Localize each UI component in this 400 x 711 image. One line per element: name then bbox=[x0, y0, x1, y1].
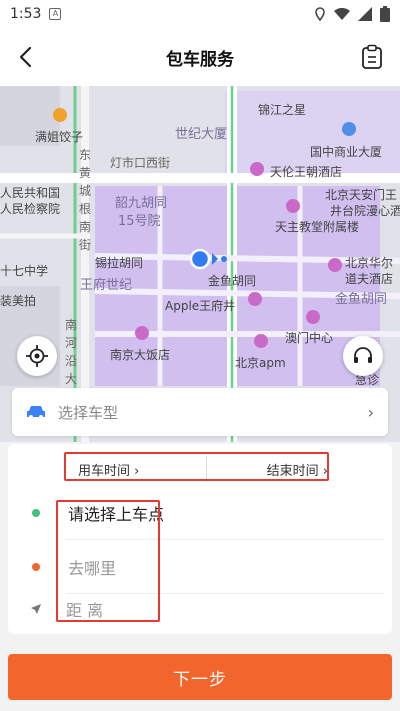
map-label: 天伦王朝酒店 bbox=[270, 165, 343, 179]
map-label: 王府世纪 bbox=[80, 278, 133, 293]
restaurant-poi-icon[interactable] bbox=[53, 108, 67, 122]
crosshair-icon bbox=[26, 345, 48, 367]
chevron-right-icon: › bbox=[367, 402, 374, 422]
map-label: 北京华尔 bbox=[345, 256, 394, 270]
locate-me-button[interactable] bbox=[17, 336, 57, 376]
shop-poi-icon[interactable] bbox=[248, 292, 262, 306]
map-label: 金鱼胡同 bbox=[335, 292, 388, 307]
map-label: 锡拉胡同 bbox=[95, 256, 144, 270]
map-label: 河 bbox=[65, 336, 78, 350]
map-label: 人民检察院 bbox=[0, 202, 61, 216]
map-label: 澳门中心 bbox=[285, 331, 334, 345]
headset-icon bbox=[354, 347, 372, 363]
nav-bar: 包车服务 bbox=[0, 28, 400, 86]
map-label: 满姐饺子 bbox=[35, 130, 84, 144]
shop-poi-icon[interactable] bbox=[306, 310, 320, 324]
location-status-icon bbox=[315, 7, 325, 21]
status-icons bbox=[314, 6, 390, 22]
map-label: 城 bbox=[79, 184, 92, 198]
map-label: 金鱼胡同 bbox=[208, 274, 257, 288]
map-label: 天主教堂附属楼 bbox=[275, 220, 360, 234]
hotel-poi-icon[interactable] bbox=[328, 258, 342, 272]
current-location-icon bbox=[189, 248, 227, 270]
back-arrow-icon[interactable] bbox=[14, 45, 38, 69]
destination-dot-icon bbox=[32, 563, 40, 571]
status-time: 1:53 bbox=[10, 6, 42, 22]
highlight-box-time-row bbox=[64, 452, 329, 481]
church-poi-icon[interactable] bbox=[286, 199, 300, 213]
map-label: 沿 bbox=[65, 354, 78, 368]
car-icon bbox=[27, 406, 45, 419]
wifi-icon bbox=[334, 7, 350, 20]
status-bar: 1:53 A bbox=[0, 0, 400, 28]
shop-poi-icon[interactable] bbox=[254, 334, 268, 348]
battery-icon bbox=[380, 6, 390, 22]
signal-icon bbox=[358, 7, 372, 21]
map-label: 东 bbox=[79, 148, 92, 162]
map-label: 街 bbox=[79, 238, 92, 252]
map-label: 南京大饭店 bbox=[110, 348, 171, 362]
map-label: 灯市口西街 bbox=[110, 156, 171, 170]
navigation-arrow-icon bbox=[31, 604, 41, 614]
building-poi-icon[interactable] bbox=[342, 122, 356, 136]
map-label: Apple王府井 bbox=[165, 299, 236, 313]
map-label: 装美拍 bbox=[0, 294, 37, 308]
car-type-placeholder: 选择车型 bbox=[58, 403, 119, 422]
map-label: 锦江之星 bbox=[258, 103, 307, 117]
page-title: 包车服务 bbox=[166, 49, 234, 70]
map-label: 南 bbox=[65, 318, 78, 332]
map-label: 道夫酒店 bbox=[345, 272, 394, 286]
clipboard-icon[interactable] bbox=[360, 44, 384, 70]
notification-app-icon: A bbox=[49, 8, 62, 20]
map-label: 大 bbox=[65, 372, 78, 386]
map-label: 黄 bbox=[79, 166, 92, 180]
map-label: 南 bbox=[79, 220, 92, 234]
map-label: 北京天安门王 bbox=[325, 188, 398, 202]
map-label: 世纪大厦 bbox=[175, 127, 228, 142]
next-step-button[interactable]: 下一步 bbox=[8, 654, 392, 700]
map-label: 15号院 bbox=[118, 214, 161, 229]
map-label: 北京apm bbox=[235, 356, 286, 370]
map-label: 人民共和国 bbox=[0, 186, 61, 200]
map-label: 十七中学 bbox=[0, 264, 49, 278]
map-label: 井台院漫心酒 bbox=[330, 204, 400, 218]
car-type-selector[interactable]: 选择车型 › bbox=[12, 388, 388, 436]
hotel-poi-icon[interactable] bbox=[135, 326, 149, 340]
hotel-poi-icon[interactable] bbox=[250, 162, 264, 176]
map-label: 根 bbox=[79, 202, 92, 216]
pickup-dot-icon bbox=[32, 509, 40, 517]
customer-service-button[interactable] bbox=[343, 336, 383, 376]
highlight-box-locations bbox=[56, 500, 160, 622]
map-label: 国中商业大厦 bbox=[310, 145, 383, 159]
map-label: 韶九胡同 bbox=[115, 196, 168, 211]
